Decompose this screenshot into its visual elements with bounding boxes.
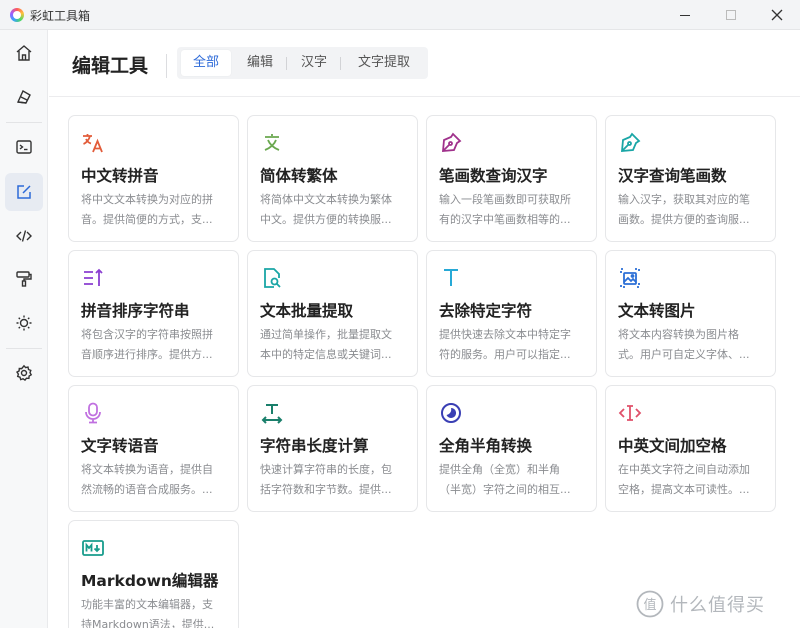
markdown-icon [82,540,104,556]
card-title: 汉字查询笔画数 [618,167,727,185]
watermark: 值 什么值得买 [636,590,765,618]
tool-card-batch-text-extract[interactable]: 文本批量提取 通过简单操作，批量提取文 本中的特定信息或关键词... [247,250,418,377]
sidebar-item-home[interactable] [5,34,43,72]
text-t-icon [444,269,458,286]
tool-card-remove-characters[interactable]: 去除特定字符 提供快速去除文本中特定字 符的服务。用户可以指定... [426,250,597,377]
title-divider [166,54,167,78]
tool-card-string-length[interactable]: 字符串长度计算 快速计算字符串的长度，包 括字符数和字节数。提供... [247,385,418,512]
watermark-text: 什么值得买 [670,595,765,616]
card-description: 快速计算字符串的长度，包 括字符数和字节数。提供... [260,463,392,496]
sidebar-item-theme[interactable] [5,304,43,342]
app-logo-icon [10,8,24,22]
paint-roller-icon [16,271,32,287]
card-description: 将包含汉字的字符串按照拼 音顺序进行排序。提供方... [81,328,213,361]
tab-divider [340,57,341,70]
card-title: 字符串长度计算 [260,437,369,455]
card-title: 文本批量提取 [260,302,354,320]
sidebar [0,30,48,628]
sun-icon [16,315,32,331]
card-title: 笔画数查询汉字 [439,167,548,185]
tool-card-full-half-width[interactable]: 全角半角转换 提供全角（全宽）和半角 （半宽）字符之间的相互... [426,385,597,512]
sidebar-item-terminal[interactable] [5,128,43,166]
card-title: 文字转语音 [81,437,159,455]
tool-card-chinese-to-pinyin[interactable]: 中文转拼音 将中文文本转换为对应的拼 音。提供简便的方式，支... [68,115,239,242]
watermark-logo-icon: 值 [636,590,664,618]
card-description: 将简体中文文本转换为繁体 中文。提供方便的转换服... [260,193,392,226]
card-description: 提供全角（全宽）和半角 （半宽）字符之间的相互... [439,463,571,496]
tool-card-pinyin-sort[interactable]: 拼音排序字符串 将包含汉字的字符串按照拼 音顺序进行排序。提供方... [68,250,239,377]
tool-card-text-to-image[interactable]: 文本转图片 将文本内容转换为图片格 式。用户可自定义字体、... [605,250,776,377]
card-title: 简体转繁体 [260,167,338,185]
svg-text:值: 值 [643,597,656,613]
card-title: 文本转图片 [618,302,696,320]
translate-text-icon [264,134,280,151]
header-divider [49,96,800,97]
terminal-icon [16,140,32,154]
card-title: Markdown编辑器 [81,572,219,590]
edit-icon [17,185,31,199]
settings-icon [15,364,33,382]
card-description: 将文本转换为语音，提供自 然流畅的语音合成服务。... [81,463,213,496]
pen-nib-icon [442,132,462,152]
card-description: 将中文文本转换为对应的拼 音。提供简便的方式，支... [81,193,213,226]
card-title: 去除特定字符 [439,302,533,320]
page-title: 编辑工具 [72,55,149,77]
file-search-icon [264,268,281,288]
tool-card-add-spaces[interactable]: 中英文间加空格 在中英文字符之间自动添加 空格，提高文本可读性。... [605,385,776,512]
image-convert-icon [620,268,640,288]
card-title: 中英文间加空格 [618,437,727,455]
sidebar-item-code[interactable] [5,217,43,255]
sidebar-divider [6,348,42,349]
maximize-button[interactable] [708,0,754,30]
tool-card-simplified-to-traditional[interactable]: 简体转繁体 将简体中文文本转换为繁体 中文。提供方便的转换服... [247,115,418,242]
title-bar: 彩虹工具箱 [0,0,800,30]
card-title: 中文转拼音 [81,167,159,185]
tab-all[interactable]: 全部 [181,50,231,76]
microphone-icon [85,402,101,424]
sidebar-item-paint[interactable] [5,260,43,298]
tool-card-stroke-count-lookup[interactable]: 笔画数查询汉字 输入一段笔画数即可获取所 有的汉字中笔画数相等的... [426,115,597,242]
window-title: 彩虹工具箱 [30,9,91,23]
card-description: 输入一段笔画数即可获取所 有的汉字中笔画数相等的... [439,193,571,226]
maximize-icon [726,10,736,20]
tab-hanzi[interactable]: 汉字 [290,50,338,76]
card-description: 功能丰富的文本编辑器，支 持Markdown语法，提供... [81,598,215,628]
sidebar-item-settings[interactable] [5,354,43,392]
card-description: 提供快速去除文本中特定字 符的服务。用户可以指定... [439,328,571,361]
card-title: 全角半角转换 [439,437,533,455]
tab-text-extract[interactable]: 文字提取 [344,50,424,76]
code-icon [16,230,32,242]
tool-card-hanzi-stroke-count[interactable]: 汉字查询笔画数 输入汉字，获取其对应的笔 画数。提供方便的查询服... [605,115,776,242]
tool-card-markdown-editor[interactable]: Markdown编辑器 功能丰富的文本编辑器，支 持Markdown语法，提供..… [68,520,239,628]
half-moon-icon [441,403,461,423]
tab-edit[interactable]: 编辑 [236,50,284,76]
tab-divider [286,57,287,70]
minimize-icon [680,14,690,16]
category-tabs: 全部 编辑 汉字 文字提取 [177,47,428,79]
close-icon [771,9,783,21]
home-icon [16,45,32,61]
text-width-icon [261,404,283,424]
minimize-button[interactable] [662,0,708,30]
tool-card-text-to-speech[interactable]: 文字转语音 将文本转换为语音，提供自 然流畅的语音合成服务。... [68,385,239,512]
sidebar-item-edit[interactable] [5,173,43,211]
card-description: 通过简单操作，批量提取文 本中的特定信息或关键词... [260,328,392,361]
card-description: 将文本内容转换为图片格 式。用户可自定义字体、... [618,328,750,361]
translate-icon [83,134,103,153]
text-cursor-icon [618,405,642,421]
close-button[interactable] [754,0,800,30]
card-description: 输入汉字，获取其对应的笔 画数。提供方便的查询服... [618,193,750,226]
sidebar-divider [6,122,42,123]
card-description: 在中英文字符之间自动添加 空格，提高文本可读性。... [618,463,750,496]
sidebar-item-eraser[interactable] [5,78,43,116]
pen-nib-icon [621,132,641,152]
card-title: 拼音排序字符串 [81,302,190,320]
sort-icon [84,268,103,286]
eraser-icon [16,90,31,104]
main-content: 编辑工具 全部 编辑 汉字 文字提取 中文转拼音 将中文文本转换为对应的拼 音。提… [49,30,800,628]
